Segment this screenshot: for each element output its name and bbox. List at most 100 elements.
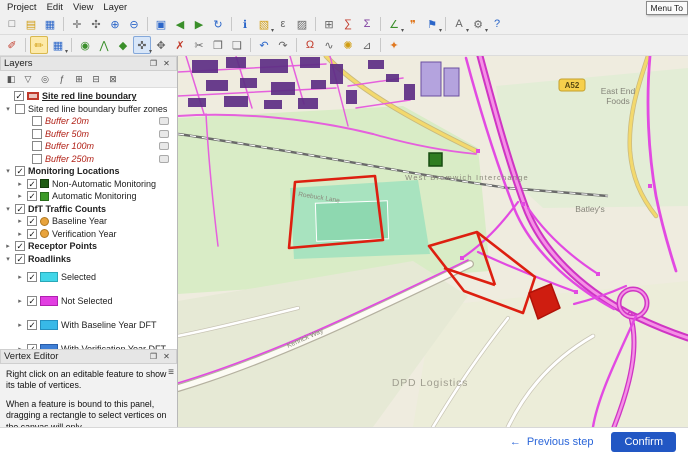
- layer-row-site-red-line-boundary[interactable]: ✓ Site red line boundary: [2, 90, 177, 103]
- map-tips-button[interactable]: ❞: [404, 15, 422, 33]
- confirm-button[interactable]: Confirm: [611, 431, 676, 452]
- project-open-button[interactable]: ▤: [22, 15, 40, 33]
- checkbox[interactable]: ✓: [27, 320, 37, 330]
- layer-row-buffer-250m[interactable]: Buffer 250m: [2, 153, 177, 166]
- panel-float-icon[interactable]: ❐: [147, 58, 160, 70]
- layer-row-baseline-year[interactable]: ▸ ✓ Baseline Year: [2, 215, 177, 228]
- plugin-button[interactable]: ✦: [385, 36, 403, 54]
- checkbox[interactable]: ✓: [15, 203, 25, 214]
- layer-row-roadlinks-verification-dft[interactable]: ▸ ✓ With Verification Year DFT: [2, 337, 177, 349]
- chevron-collapsed-icon[interactable]: ▸: [16, 273, 24, 281]
- save-layer-edits-button[interactable]: ▦ ▾: [49, 36, 68, 56]
- layer-row-buffer-50m[interactable]: Buffer 50m: [2, 128, 177, 141]
- layer-row-roadlinks-not-selected[interactable]: ▸ ✓ Not Selected: [2, 289, 177, 313]
- options-button[interactable]: ⚙ ▾: [469, 15, 488, 35]
- redo-button[interactable]: ↷: [274, 36, 292, 54]
- help-button[interactable]: ?: [488, 15, 506, 33]
- add-polygon-feature-button[interactable]: ◆: [114, 36, 132, 54]
- filter-legend-button[interactable]: ▽: [21, 72, 35, 86]
- pan-map-button[interactable]: ✛: [68, 15, 86, 33]
- measure-button[interactable]: ∠ ▾: [385, 15, 404, 35]
- layer-row-monitoring-locations[interactable]: ▾ ✓ Monitoring Locations: [2, 165, 177, 178]
- layer-row-roadlinks-baseline-dft[interactable]: ▸ ✓ With Baseline Year DFT: [2, 313, 177, 337]
- statistics-button[interactable]: Σ: [358, 15, 376, 33]
- checkbox[interactable]: ✓: [15, 166, 25, 177]
- delete-selected-button[interactable]: ✗: [171, 36, 189, 54]
- expand-all-button[interactable]: ⊞: [72, 72, 86, 86]
- zoom-in-button[interactable]: ⊕: [106, 15, 124, 33]
- pan-to-selection-button[interactable]: ✣: [87, 15, 105, 33]
- chevron-expanded-icon[interactable]: ▾: [4, 255, 12, 263]
- checkbox[interactable]: [32, 153, 42, 164]
- checkbox[interactable]: ✓: [27, 272, 37, 282]
- layer-row-roadlinks-selected[interactable]: ▸ ✓ Selected: [2, 265, 177, 289]
- move-feature-button[interactable]: ✥: [152, 36, 170, 54]
- map-themes-button[interactable]: ◎: [38, 72, 52, 86]
- cut-features-button[interactable]: ✂: [190, 36, 208, 54]
- checkbox[interactable]: [32, 116, 42, 127]
- checkbox[interactable]: ✓: [15, 253, 25, 264]
- chevron-collapsed-icon[interactable]: ▸: [16, 192, 24, 200]
- checkbox[interactable]: ✓: [27, 191, 37, 202]
- chevron-collapsed-icon[interactable]: ▸: [16, 297, 24, 305]
- cad-tools-button[interactable]: ⊿: [358, 36, 376, 54]
- layer-row-buffer-20m[interactable]: Buffer 20m: [2, 115, 177, 128]
- checkbox[interactable]: ✓: [27, 178, 37, 189]
- checkbox[interactable]: ✓: [15, 241, 25, 252]
- add-line-feature-button[interactable]: ⋀: [95, 36, 113, 54]
- panel-close-icon[interactable]: ✕: [160, 58, 173, 70]
- previous-step-link[interactable]: ← Previous step: [510, 436, 594, 448]
- undo-button[interactable]: ↶: [255, 36, 273, 54]
- snapping-button[interactable]: Ω: [301, 36, 319, 54]
- labeling-button[interactable]: A ▾: [450, 15, 469, 34]
- project-new-button[interactable]: □: [3, 15, 21, 33]
- chevron-collapsed-icon[interactable]: ▸: [16, 321, 24, 329]
- panel-float-icon[interactable]: ❐: [147, 351, 160, 363]
- zoom-next-button[interactable]: ▶: [190, 15, 208, 33]
- copy-features-button[interactable]: ❐: [209, 36, 227, 54]
- chevron-expanded-icon[interactable]: ▾: [4, 205, 12, 213]
- layer-row-buffer-100m[interactable]: Buffer 100m: [2, 140, 177, 153]
- chevron-collapsed-icon[interactable]: ▸: [16, 230, 24, 238]
- layer-styling-button[interactable]: ◧: [4, 72, 18, 86]
- checkbox[interactable]: ✓: [27, 296, 37, 306]
- checkbox[interactable]: ✓: [14, 91, 24, 102]
- layer-row-automatic-monitoring[interactable]: ▸ ✓ Automatic Monitoring: [2, 190, 177, 203]
- add-point-feature-button[interactable]: ◉: [76, 36, 94, 54]
- chevron-collapsed-icon[interactable]: ▸: [16, 217, 24, 225]
- checkbox[interactable]: ✓: [27, 228, 37, 239]
- panel-menu-icon[interactable]: ≡: [168, 366, 174, 379]
- select-features-button[interactable]: ▧ ▾: [255, 15, 274, 35]
- checkbox[interactable]: [32, 141, 42, 152]
- layer-row-buffer-zones-group[interactable]: ▾ Site red line boundary buffer zones: [2, 103, 177, 116]
- identify-features-button[interactable]: ℹ: [236, 15, 254, 33]
- refresh-button[interactable]: ↻: [209, 15, 227, 33]
- remove-layer-button[interactable]: ⊠: [106, 72, 120, 86]
- layer-row-roadlinks[interactable]: ▾ ✓ Roadlinks: [2, 253, 177, 266]
- zoom-full-button[interactable]: ▣: [152, 15, 170, 33]
- menu-edit[interactable]: Edit: [44, 1, 70, 14]
- project-save-button[interactable]: ▦: [41, 15, 59, 33]
- layer-row-dft-traffic-counts[interactable]: ▾ ✓ DfT Traffic Counts: [2, 203, 177, 216]
- layer-indicator-icon[interactable]: [159, 117, 169, 126]
- attribute-table-button[interactable]: ⊞: [320, 15, 338, 33]
- new-bookmark-button[interactable]: ⚑ ▾: [423, 15, 442, 35]
- select-by-expression-button[interactable]: ε: [274, 15, 292, 33]
- chevron-expanded-icon[interactable]: ▾: [4, 105, 12, 113]
- collapse-all-button[interactable]: ⊟: [89, 72, 103, 86]
- tracing-button[interactable]: ∿: [320, 36, 338, 54]
- current-edits-button[interactable]: ✐: [3, 36, 21, 54]
- checkbox[interactable]: [32, 128, 42, 139]
- filter-expression-button[interactable]: ƒ: [55, 72, 69, 86]
- checkbox[interactable]: ✓: [27, 216, 37, 227]
- vertex-tool-button[interactable]: ✜ ▾: [133, 36, 152, 55]
- layer-indicator-icon[interactable]: [159, 154, 169, 163]
- toggle-editing-button[interactable]: ✏: [30, 36, 48, 54]
- monitoring-location-marker[interactable]: [428, 152, 443, 167]
- zoom-last-button[interactable]: ◀: [171, 15, 189, 33]
- menu-project[interactable]: Project: [4, 1, 44, 14]
- layer-indicator-icon[interactable]: [159, 142, 169, 151]
- layer-row-verification-year[interactable]: ▸ ✓ Verification Year: [2, 228, 177, 241]
- checkbox[interactable]: [15, 103, 25, 114]
- chevron-collapsed-icon[interactable]: ▸: [16, 180, 24, 188]
